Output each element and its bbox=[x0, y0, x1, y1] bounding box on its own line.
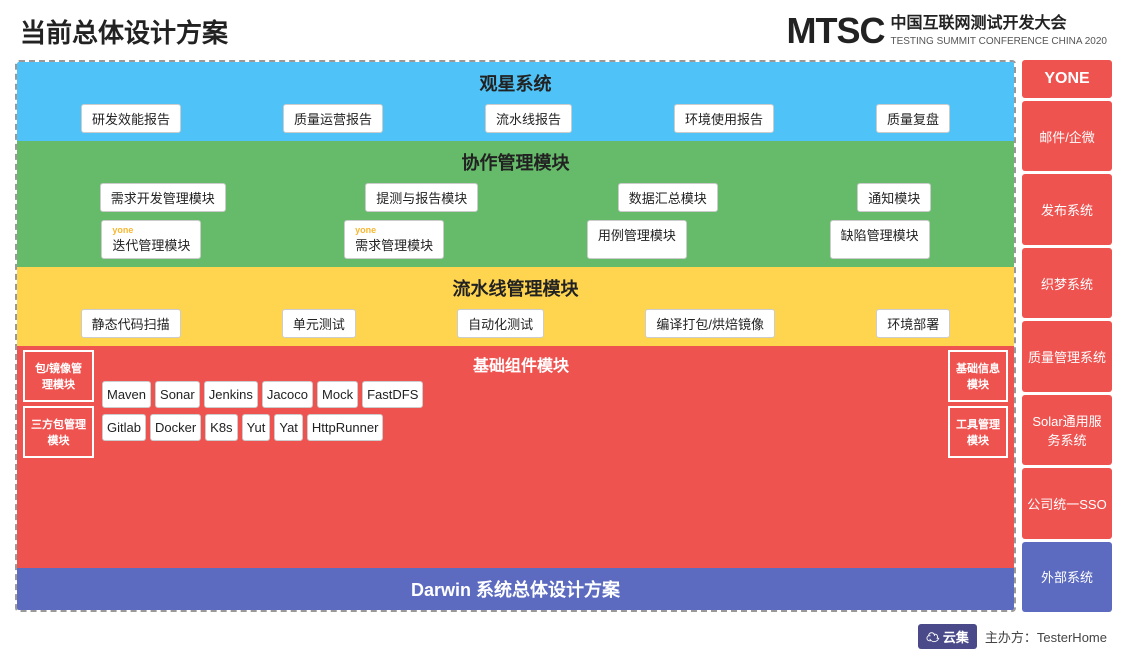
guanxing-title: 观星系统 bbox=[25, 66, 1006, 100]
tool-sonar: Sonar bbox=[155, 381, 200, 408]
page-title: 当前总体设计方案 bbox=[20, 13, 228, 50]
mtsc-logo: MTSC 中国互联网测试开发大会 TESTING SUMMIT CONFEREN… bbox=[786, 10, 1107, 52]
xiezuo-item-0: 需求开发管理模块 bbox=[100, 183, 226, 212]
xiezuo-yongli: 用例管理模块 bbox=[587, 220, 687, 259]
sidebar-item-zhiliang: 质量管理系统 bbox=[1022, 321, 1112, 391]
xiezuo-item-3: 通知模块 bbox=[857, 183, 931, 212]
xiezuo-row2: yone 迭代管理模块 yone 需求管理模块 用例管理模块 缺陷管理模块 bbox=[25, 216, 1006, 263]
liushui-item-2: 自动化测试 bbox=[457, 309, 544, 338]
tool-mock: Mock bbox=[317, 381, 358, 408]
right-sidebar: YONE 邮件/企微 发布系统 织梦系统 质量管理系统 Solar通用服务系统 … bbox=[1022, 60, 1112, 612]
xiezuo-diedai: yone 迭代管理模块 bbox=[101, 220, 201, 259]
jichu-left-top: 包/镜像管理模块 bbox=[35, 363, 82, 391]
layer-guanxing: 观星系统 研发效能报告 质量运营报告 流水线报告 环境使用报告 质量复盘 bbox=[17, 62, 1014, 141]
jichu-right: 基础信息模块 工具管理模块 bbox=[948, 350, 1008, 564]
liushui-item-0: 静态代码扫描 bbox=[81, 309, 181, 338]
tool-httprunner: HttpRunner bbox=[307, 414, 383, 441]
tool-gitlab: Gitlab bbox=[102, 414, 146, 441]
header: 当前总体设计方案 MTSC 中国互联网测试开发大会 TESTING SUMMIT… bbox=[0, 0, 1127, 60]
logo-mtsc: MTSC bbox=[786, 10, 884, 52]
tool-docker: Docker bbox=[150, 414, 201, 441]
xiezuo-quexian: 缺陷管理模块 bbox=[830, 220, 930, 259]
guanxing-item-1: 质量运营报告 bbox=[283, 104, 383, 133]
logo-sub-text: TESTING SUMMIT CONFERENCE CHINA 2020 bbox=[890, 35, 1107, 48]
jichu-baojing: 包/镜像管理模块 bbox=[23, 350, 94, 402]
liushui-items: 静态代码扫描 单元测试 自动化测试 编译打包/烘焙镜像 环境部署 bbox=[25, 305, 1006, 342]
yunji-badge: ☁ 云集 bbox=[918, 624, 977, 649]
xiezuo-item-1: 提测与报告模块 bbox=[365, 183, 478, 212]
tool-k8s: K8s bbox=[205, 414, 237, 441]
xiezuo-xuqiu-text: 需求管理模块 bbox=[355, 238, 433, 253]
sidebar-item-fabu: 发布系统 bbox=[1022, 174, 1112, 244]
sidebar-item-youjian: 邮件/企微 bbox=[1022, 101, 1112, 171]
liushui-item-3: 编译打包/烘焙镜像 bbox=[645, 309, 775, 338]
tool-jacoco: Jacoco bbox=[262, 381, 313, 408]
yone-label-2: yone bbox=[355, 225, 433, 235]
tester-home-text: 主办方：TesterHome bbox=[985, 627, 1107, 646]
sidebar-item-sso: 公司统一SSO bbox=[1022, 468, 1112, 538]
liushui-item-1: 单元测试 bbox=[282, 309, 356, 338]
jichu-row1: Maven Sonar Jenkins Jacoco Mock FastDFS bbox=[98, 378, 944, 411]
tool-yat: Yat bbox=[274, 414, 303, 441]
liushui-title: 流水线管理模块 bbox=[25, 271, 1006, 305]
darwin-text: Darwin 系统总体设计方案 bbox=[25, 576, 1006, 602]
xiezuo-xuqiu: yone 需求管理模块 bbox=[344, 220, 444, 259]
liushui-item-4: 环境部署 bbox=[876, 309, 950, 338]
logo-china: 中国互联网测试开发大会 bbox=[890, 14, 1107, 35]
jichu-left-bottom: 三方包管理模块 bbox=[31, 419, 86, 447]
jichu-right-bottom: 工具管理模块 bbox=[948, 406, 1008, 458]
guanxing-item-0: 研发效能报告 bbox=[81, 104, 181, 133]
xiezuo-row1: 需求开发管理模块 提测与报告模块 数据汇总模块 通知模块 bbox=[25, 179, 1006, 216]
tool-maven: Maven bbox=[102, 381, 151, 408]
tool-jenkins: Jenkins bbox=[204, 381, 258, 408]
layer-darwin: Darwin 系统总体设计方案 bbox=[17, 568, 1014, 610]
xiezuo-item-2: 数据汇总模块 bbox=[618, 183, 718, 212]
yone-label-1: yone bbox=[112, 225, 190, 235]
tool-yut: Yut bbox=[242, 414, 271, 441]
main-area: 观星系统 研发效能报告 质量运营报告 流水线报告 环境使用报告 质量复盘 协作管… bbox=[0, 60, 1127, 620]
guanxing-item-3: 环境使用报告 bbox=[674, 104, 774, 133]
guanxing-item-4: 质量复盘 bbox=[876, 104, 950, 133]
jichu-center: 基础组件模块 Maven Sonar Jenkins Jacoco Mock F… bbox=[98, 350, 944, 564]
layer-liushui: 流水线管理模块 静态代码扫描 单元测试 自动化测试 编译打包/烘焙镜像 环境部署 bbox=[17, 267, 1014, 346]
jichu-sifang: 三方包管理模块 bbox=[23, 406, 94, 458]
guanxing-item-2: 流水线报告 bbox=[485, 104, 572, 133]
sidebar-item-zhimeng: 织梦系统 bbox=[1022, 248, 1112, 318]
sidebar-header: YONE bbox=[1022, 60, 1112, 98]
jichu-inner: 包/镜像管理模块 三方包管理模块 基础组件模块 Maven Sonar Jenk… bbox=[23, 350, 1008, 564]
sidebar-item-solar: Solar通用服务系统 bbox=[1022, 395, 1112, 465]
layer-jichu: 包/镜像管理模块 三方包管理模块 基础组件模块 Maven Sonar Jenk… bbox=[17, 346, 1014, 568]
jichu-row2: Gitlab Docker K8s Yut Yat HttpRunner bbox=[98, 411, 944, 444]
architecture-diagram: 观星系统 研发效能报告 质量运营报告 流水线报告 环境使用报告 质量复盘 协作管… bbox=[15, 60, 1016, 612]
logo-sub: 中国互联网测试开发大会 TESTING SUMMIT CONFERENCE CH… bbox=[890, 14, 1107, 48]
layer-xiezuo: 协作管理模块 需求开发管理模块 提测与报告模块 数据汇总模块 通知模块 yone… bbox=[17, 141, 1014, 267]
sidebar-item-waibubg: 外部系统 bbox=[1022, 542, 1112, 612]
tool-fastdfs: FastDFS bbox=[362, 381, 423, 408]
xiezuo-title: 协作管理模块 bbox=[25, 145, 1006, 179]
jichu-right-top: 基础信息模块 bbox=[948, 350, 1008, 402]
xiezuo-diedai-text: 迭代管理模块 bbox=[112, 238, 190, 253]
footer: ☁ 云集 主办方：TesterHome bbox=[0, 620, 1127, 653]
guanxing-items: 研发效能报告 质量运营报告 流水线报告 环境使用报告 质量复盘 bbox=[25, 100, 1006, 137]
jichu-left: 包/镜像管理模块 三方包管理模块 bbox=[23, 350, 94, 564]
jichu-title: 基础组件模块 bbox=[98, 350, 944, 378]
